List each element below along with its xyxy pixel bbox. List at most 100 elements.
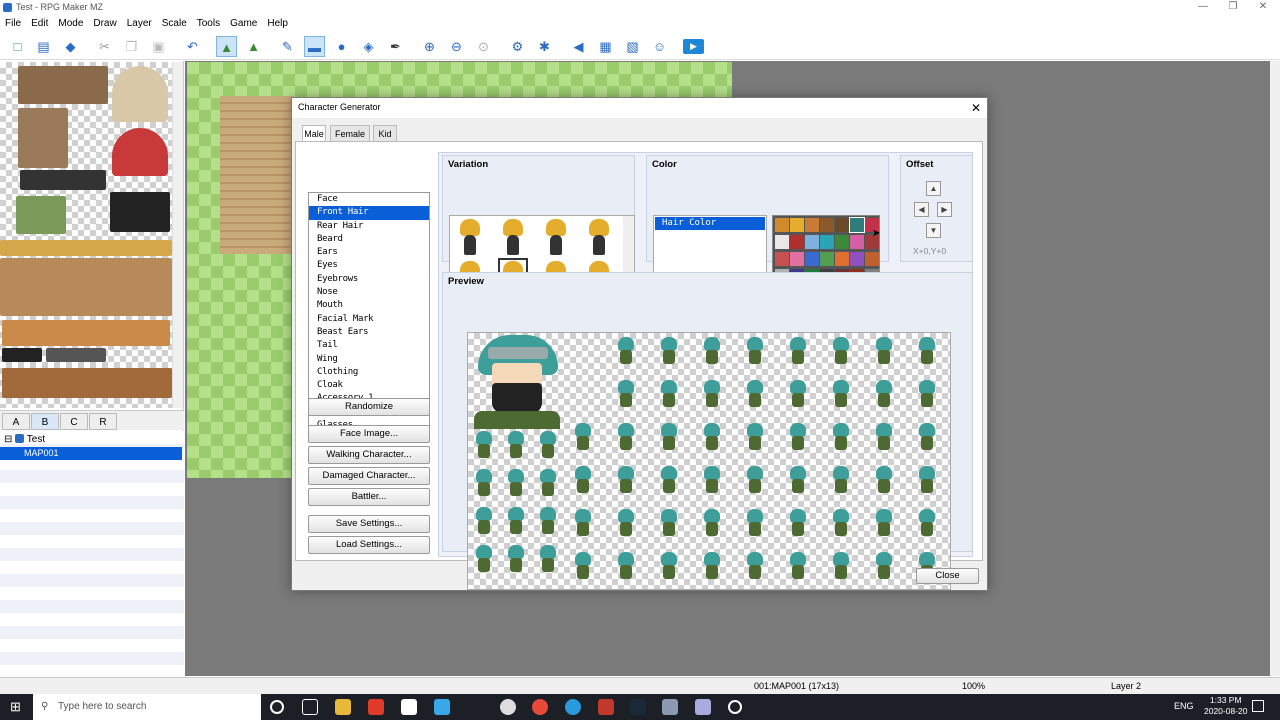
- color-swatch[interactable]: [849, 217, 865, 233]
- taskbar-search[interactable]: ⚲ Type here to search: [33, 694, 261, 720]
- ellipse-icon[interactable]: ●: [331, 36, 352, 57]
- face-image-button[interactable]: Face Image...: [308, 425, 430, 443]
- app-icon-blue[interactable]: [695, 699, 711, 715]
- menu-layer[interactable]: Layer: [122, 16, 157, 31]
- cut-icon[interactable]: ✂: [94, 36, 115, 57]
- character-generator-icon[interactable]: ☺: [649, 36, 670, 57]
- part-item[interactable]: Beard: [309, 233, 429, 246]
- tileset-tab-b[interactable]: B: [31, 413, 59, 430]
- copy-icon[interactable]: ❐: [121, 36, 142, 57]
- part-item[interactable]: Eyebrows: [309, 273, 429, 286]
- color-swatch[interactable]: [850, 252, 864, 266]
- tab-female[interactable]: Female: [330, 125, 370, 142]
- color-swatch[interactable]: [835, 235, 849, 249]
- color-swatch[interactable]: [775, 235, 789, 249]
- menu-file[interactable]: File: [0, 16, 26, 31]
- minimize-button[interactable]: —: [1186, 0, 1220, 16]
- close-button[interactable]: Close: [916, 568, 979, 584]
- plugin-manager-icon[interactable]: ✱: [534, 36, 555, 57]
- offset-left-icon[interactable]: ◀: [914, 202, 929, 217]
- playtest-icon[interactable]: ▶: [683, 39, 704, 54]
- tileset-tab-r[interactable]: R: [89, 413, 117, 430]
- part-item[interactable]: Ears: [309, 246, 429, 259]
- event-searcher-icon[interactable]: ▦: [595, 36, 616, 57]
- tab-kid[interactable]: Kid: [373, 125, 397, 142]
- steam-icon[interactable]: [630, 699, 646, 715]
- part-item[interactable]: Clothing: [309, 366, 429, 379]
- map-mode-icon[interactable]: ▲: [216, 36, 237, 57]
- part-item[interactable]: Cloak: [309, 379, 429, 392]
- file-explorer-icon[interactable]: [335, 699, 351, 715]
- app-icon-red[interactable]: [368, 699, 384, 715]
- color-swatch[interactable]: [805, 252, 819, 266]
- notifications-icon[interactable]: [1252, 700, 1264, 712]
- mail-icon[interactable]: [598, 699, 614, 715]
- color-swatch[interactable]: [820, 235, 834, 249]
- tab-male[interactable]: Male: [302, 125, 326, 142]
- color-swatch[interactable]: [775, 218, 789, 232]
- sound-test-icon[interactable]: ◀: [568, 36, 589, 57]
- undo-icon[interactable]: ↶: [182, 36, 203, 57]
- zoom-out-icon[interactable]: ⊖: [446, 36, 467, 57]
- actual-size-icon[interactable]: ⊙: [473, 36, 494, 57]
- color-swatch[interactable]: [865, 252, 879, 266]
- edge-icon[interactable]: [565, 699, 581, 715]
- cortana-icon[interactable]: [270, 700, 284, 714]
- tileset-tab-a[interactable]: A: [2, 413, 30, 430]
- menu-tools[interactable]: Tools: [192, 16, 225, 31]
- part-item[interactable]: Face: [309, 193, 429, 206]
- part-item[interactable]: Eyes: [309, 259, 429, 272]
- resource-manager-icon[interactable]: ▧: [622, 36, 643, 57]
- damaged-character-button[interactable]: Damaged Character...: [308, 467, 430, 485]
- color-swatch[interactable]: [805, 218, 819, 232]
- hair-variation-option[interactable]: [544, 219, 568, 255]
- randomize-button[interactable]: Randomize: [308, 398, 430, 416]
- menu-draw[interactable]: Draw: [88, 16, 121, 31]
- maximize-button[interactable]: ❐: [1216, 0, 1250, 16]
- language-indicator[interactable]: ENG: [1174, 701, 1194, 711]
- map-tree-item-map001[interactable]: MAP001: [0, 447, 182, 460]
- part-item[interactable]: Facial Mark: [309, 313, 429, 326]
- paste-icon[interactable]: ▣: [148, 36, 169, 57]
- flood-fill-icon[interactable]: ◈: [358, 36, 379, 57]
- database-icon[interactable]: ⚙: [507, 36, 528, 57]
- store-icon[interactable]: [401, 699, 417, 715]
- menu-help[interactable]: Help: [262, 16, 293, 31]
- tileset-scrollbar[interactable]: [172, 62, 183, 408]
- menu-mode[interactable]: Mode: [53, 16, 88, 31]
- color-swatch[interactable]: [835, 252, 849, 266]
- color-swatch[interactable]: [850, 235, 864, 249]
- menu-edit[interactable]: Edit: [26, 16, 53, 31]
- color-swatch[interactable]: [820, 252, 834, 266]
- menu-scale[interactable]: Scale: [157, 16, 192, 31]
- close-window-button[interactable]: ✕: [1246, 0, 1280, 16]
- part-item[interactable]: Tail: [309, 339, 429, 352]
- color-swatch[interactable]: [835, 218, 849, 232]
- pencil-icon[interactable]: ✎: [277, 36, 298, 57]
- part-item[interactable]: Beast Ears: [309, 326, 429, 339]
- part-item[interactable]: Rear Hair: [309, 220, 429, 233]
- clock[interactable]: 1:33 PM 2020-08-20: [1204, 695, 1247, 717]
- offset-right-icon[interactable]: ▶: [937, 202, 952, 217]
- hair-variation-option[interactable]: [587, 219, 611, 255]
- color-swatch[interactable]: [820, 218, 834, 232]
- offset-up-icon[interactable]: ▲: [926, 181, 941, 196]
- event-mode-icon[interactable]: ▲: [243, 36, 264, 57]
- color-swatch[interactable]: [790, 235, 804, 249]
- menu-game[interactable]: Game: [225, 16, 262, 31]
- offset-down-icon[interactable]: ▼: [926, 223, 941, 238]
- walking-character-button[interactable]: Walking Character...: [308, 446, 430, 464]
- color-item-hair[interactable]: Hair Color: [655, 217, 765, 230]
- open-project-icon[interactable]: ▤: [33, 36, 54, 57]
- obs-icon[interactable]: [728, 700, 742, 714]
- color-swatch[interactable]: [775, 252, 789, 266]
- part-item[interactable]: Wing: [309, 353, 429, 366]
- shadow-pen-icon[interactable]: ✒: [385, 36, 406, 57]
- parts-list[interactable]: Face Front Hair Rear Hair Beard Ears Eyes Eyeb…: [308, 192, 430, 433]
- tileset-tab-c[interactable]: C: [60, 413, 88, 430]
- zoom-in-icon[interactable]: ⊕: [419, 36, 440, 57]
- map-scrollbar[interactable]: [1270, 61, 1280, 676]
- save-settings-button[interactable]: Save Settings...: [308, 515, 430, 533]
- rectangle-icon[interactable]: ▬: [304, 36, 325, 57]
- hair-variation-option[interactable]: [458, 219, 482, 255]
